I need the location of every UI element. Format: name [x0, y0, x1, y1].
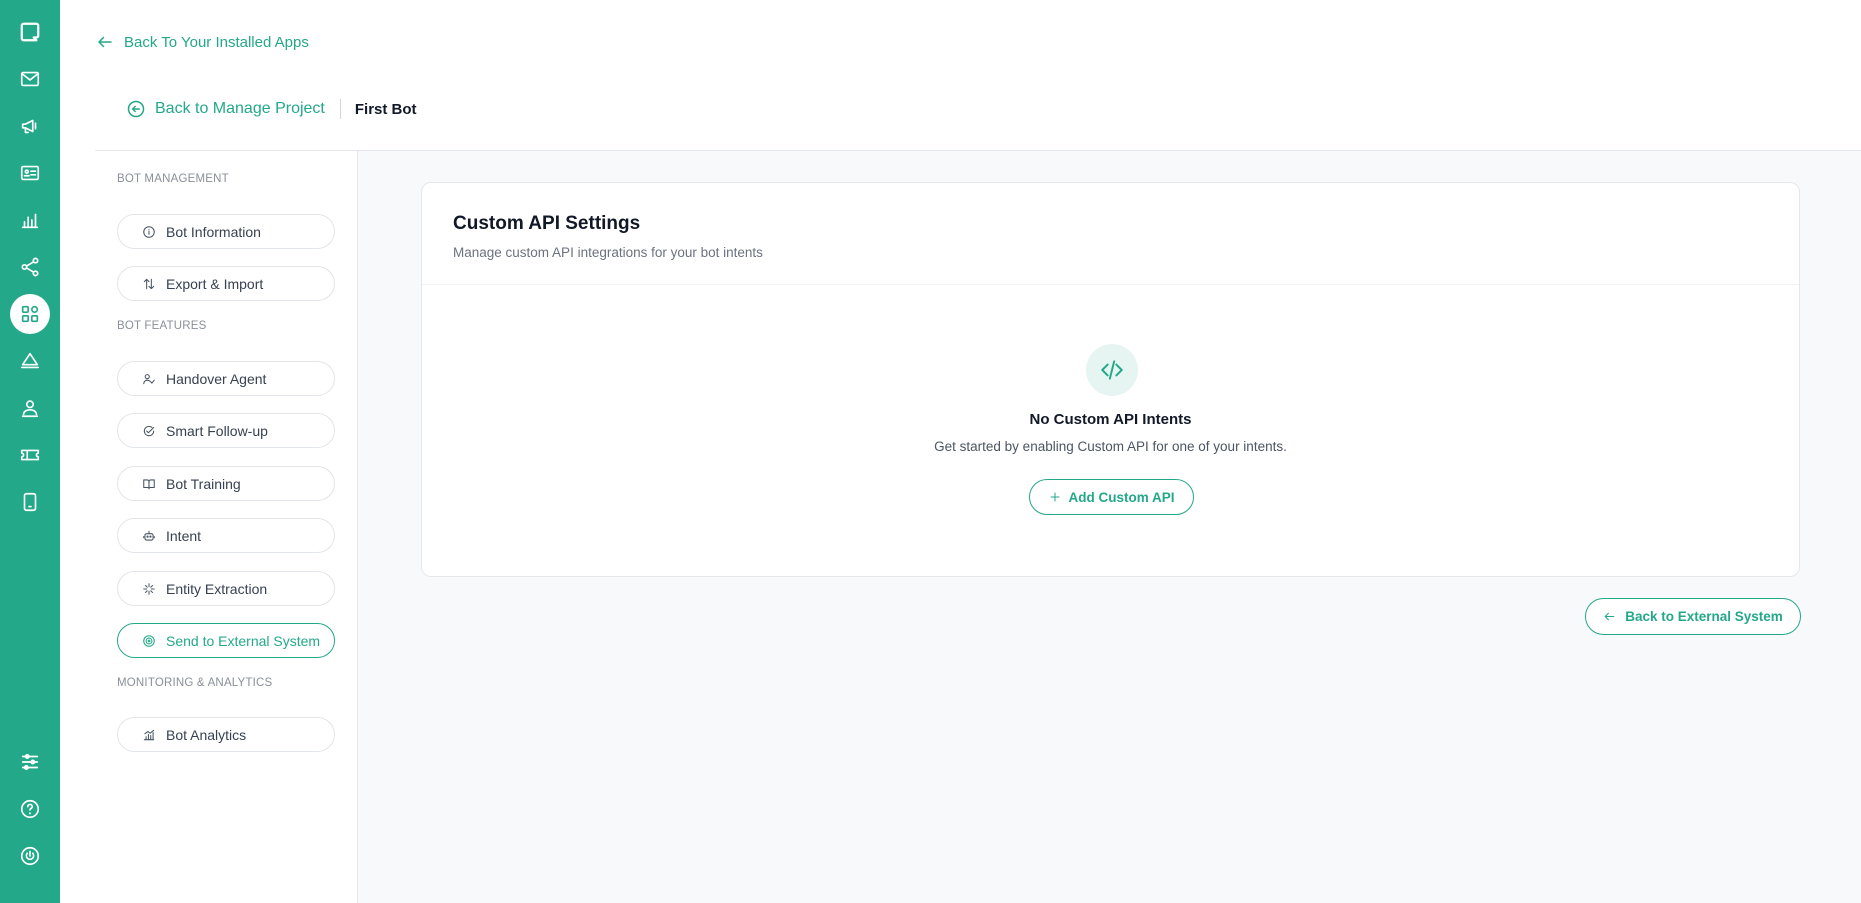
sliders-icon[interactable]: [10, 742, 50, 782]
section-bot-management: BOT MANAGEMENT: [117, 173, 229, 185]
sidebar-item-label: Bot Analytics: [166, 726, 247, 743]
current-bot-name: First Bot: [354, 100, 417, 118]
sidebar-item-label: Bot Information: [166, 223, 261, 240]
message-check-icon: [143, 425, 155, 436]
sidebar-item-label: Entity Extraction: [166, 580, 268, 597]
sidebar-item-entity-extraction[interactable]: Entity Extraction: [117, 571, 335, 606]
apps-grid-icon[interactable]: [10, 294, 50, 334]
user-check-icon: [143, 373, 155, 384]
sidebar-item-handover-agent[interactable]: Handover Agent: [117, 361, 335, 396]
chart-icon: [143, 729, 155, 740]
robot-icon: [143, 530, 155, 541]
back-to-manage-project-link[interactable]: Back to Manage Project: [126, 99, 325, 119]
sidebar-item-label: Handover Agent: [166, 370, 267, 387]
sidebar-item-bot-training[interactable]: Bot Training: [117, 466, 335, 501]
card-subtitle: Manage custom API integrations for your …: [453, 245, 763, 260]
arrow-left-icon: [1604, 612, 1615, 621]
sidebar-item-label: Smart Follow-up: [166, 422, 268, 439]
main-content: Custom API Settings Manage custom API in…: [358, 151, 1861, 903]
plus-icon: [1050, 492, 1059, 502]
back-to-installed-apps-label: Back To Your Installed Apps: [124, 33, 309, 51]
chat-logo-icon[interactable]: [10, 12, 50, 52]
section-bot-features: BOT FEATURES: [117, 320, 207, 332]
sidebar-item-label: Export & Import: [166, 275, 264, 292]
layers-icon[interactable]: [10, 341, 50, 381]
sidebar-item-bot-analytics[interactable]: Bot Analytics: [117, 717, 335, 752]
sidebar-item-bot-information[interactable]: Bot Information: [117, 214, 335, 249]
share-nodes-icon[interactable]: [10, 247, 50, 287]
arrow-left-icon: [98, 36, 112, 48]
sidebar-item-label: Send to External System: [166, 632, 321, 649]
back-to-manage-project-label: Back to Manage Project: [155, 100, 325, 117]
app-rail: [0, 0, 60, 903]
code-icon: [1086, 344, 1138, 396]
user-stamp-icon[interactable]: [10, 388, 50, 428]
sidebar-item-intent[interactable]: Intent: [117, 518, 335, 553]
power-icon[interactable]: [10, 836, 50, 876]
card-title: Custom API Settings: [453, 213, 641, 234]
custom-api-settings-card: Custom API Settings Manage custom API in…: [421, 182, 1800, 577]
mobile-icon[interactable]: [10, 482, 50, 522]
sidebar-item-send-to-external-system[interactable]: Send to External System: [117, 623, 335, 658]
info-icon: [143, 225, 155, 238]
circle-arrow-left-icon: [127, 100, 145, 118]
sidebar-item-smart-follow-up[interactable]: Smart Follow-up: [117, 413, 335, 448]
bar-chart-icon[interactable]: [10, 200, 50, 240]
target-icon: [143, 634, 155, 647]
bot-settings-sidebar: BOT MANAGEMENT Bot Information Export & …: [95, 151, 358, 903]
arrows-up-down-icon: [143, 278, 155, 289]
back-to-external-system-label: Back to External System: [1625, 609, 1783, 624]
back-to-installed-apps-link[interactable]: Back To Your Installed Apps: [96, 30, 309, 54]
help-icon[interactable]: [10, 789, 50, 829]
add-custom-api-button[interactable]: Add Custom API: [1029, 479, 1194, 515]
breadcrumb: Back to Manage Project First Bot: [126, 96, 417, 122]
mail-icon[interactable]: [10, 59, 50, 99]
sparkle-icon: [143, 582, 155, 595]
megaphone-icon[interactable]: [10, 106, 50, 146]
back-to-external-system-button[interactable]: Back to External System: [1585, 598, 1801, 635]
breadcrumb-divider: [339, 99, 341, 119]
sidebar-item-label: Bot Training: [166, 475, 241, 492]
book-open-icon: [143, 478, 155, 489]
contact-card-icon[interactable]: [10, 153, 50, 193]
sidebar-item-export-import[interactable]: Export & Import: [117, 266, 335, 301]
empty-state-subtitle: Get started by enabling Custom API for o…: [934, 439, 1287, 454]
empty-state-title: No Custom API Intents: [1029, 411, 1192, 428]
add-custom-api-label: Add Custom API: [1068, 489, 1175, 505]
ticket-icon[interactable]: [10, 435, 50, 475]
sidebar-item-label: Intent: [166, 527, 202, 544]
card-divider: [422, 284, 1799, 285]
section-monitoring-analytics: MONITORING & ANALYTICS: [117, 677, 273, 689]
